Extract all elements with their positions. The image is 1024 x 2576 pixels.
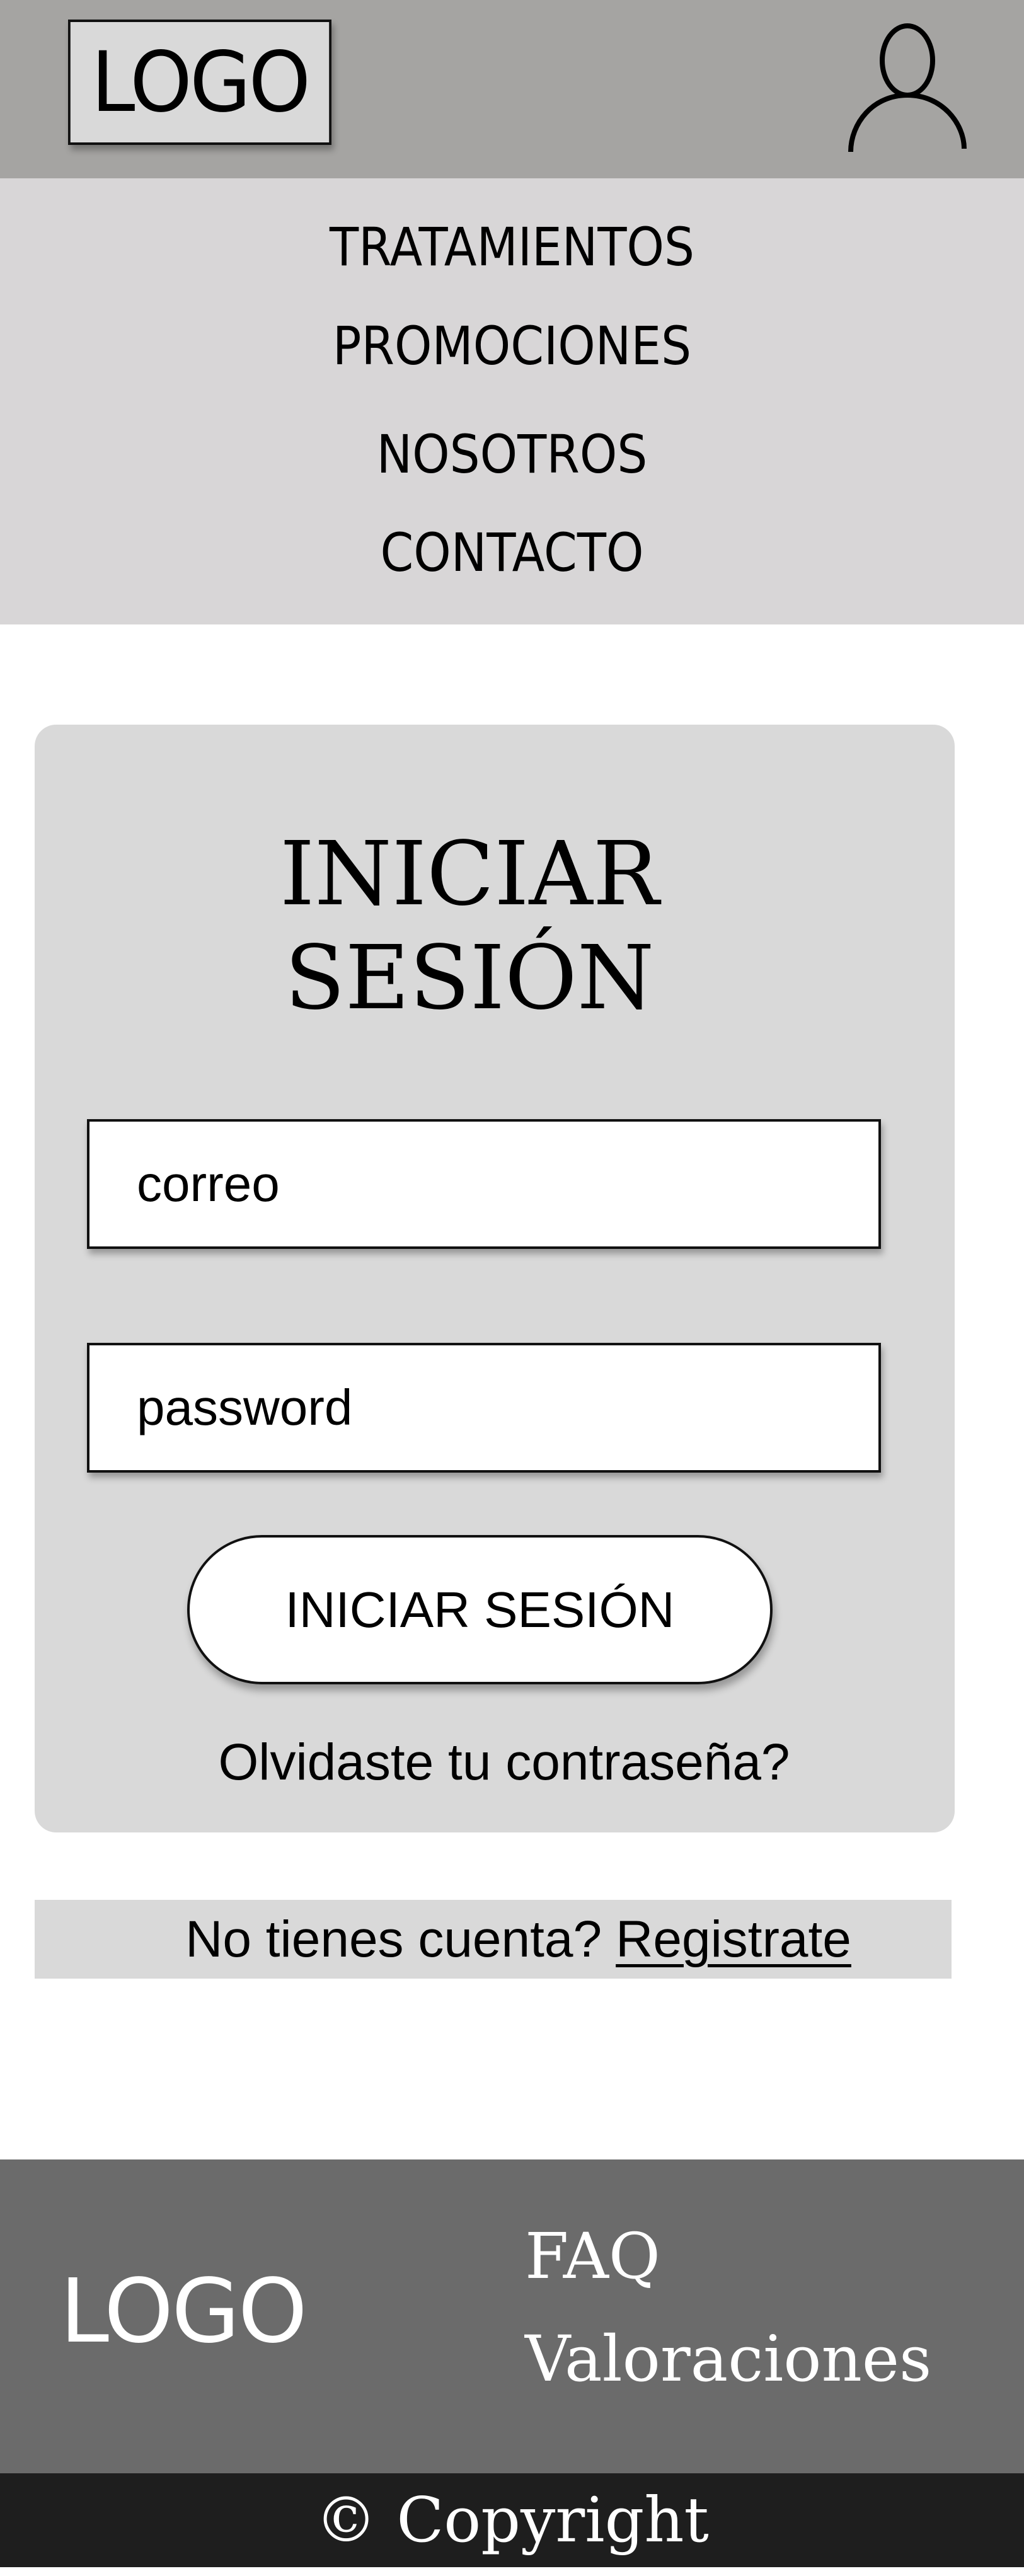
login-title: INICIAR SESIÓN xyxy=(35,822,904,1030)
password-field[interactable]: password xyxy=(87,1343,881,1473)
nav-item-tratamientos[interactable]: TRATAMIENTOS xyxy=(51,216,973,278)
user-icon[interactable] xyxy=(848,16,967,152)
register-prompt: No tienes cuenta? xyxy=(185,1910,602,1968)
nav-item-promociones[interactable]: PROMOCIONES xyxy=(51,315,973,377)
footer: LOGO FAQ Valoraciones xyxy=(0,2159,1024,2473)
main-nav: TRATAMIENTOS PROMOCIONES NOSOTROS CONTAC… xyxy=(0,178,1024,624)
login-button[interactable]: INICIAR SESIÓN xyxy=(187,1535,773,1684)
forgot-password-link[interactable]: Olvidaste tu contraseña? xyxy=(35,1733,974,1792)
footer-logo: LOGO xyxy=(60,2260,308,2363)
copyright: © Copyright xyxy=(0,2473,1024,2567)
register-link[interactable]: Registrate xyxy=(616,1910,851,1969)
logo[interactable]: LOGO xyxy=(68,20,331,145)
nav-item-contacto[interactable]: CONTACTO xyxy=(51,522,973,584)
header: LOGO xyxy=(0,0,1024,178)
register-strip: No tienes cuenta? Registrate xyxy=(35,1900,952,1979)
login-card: INICIAR SESIÓN correo password INICIAR S… xyxy=(35,725,955,1832)
email-field[interactable]: correo xyxy=(87,1119,881,1249)
footer-link-valoraciones[interactable]: Valoraciones xyxy=(525,2322,931,2396)
nav-item-nosotros[interactable]: NOSOTROS xyxy=(51,423,973,485)
footer-link-faq[interactable]: FAQ xyxy=(525,2219,660,2293)
login-title-line1: INICIAR xyxy=(279,823,660,926)
login-title-line2: SESIÓN xyxy=(284,927,655,1030)
